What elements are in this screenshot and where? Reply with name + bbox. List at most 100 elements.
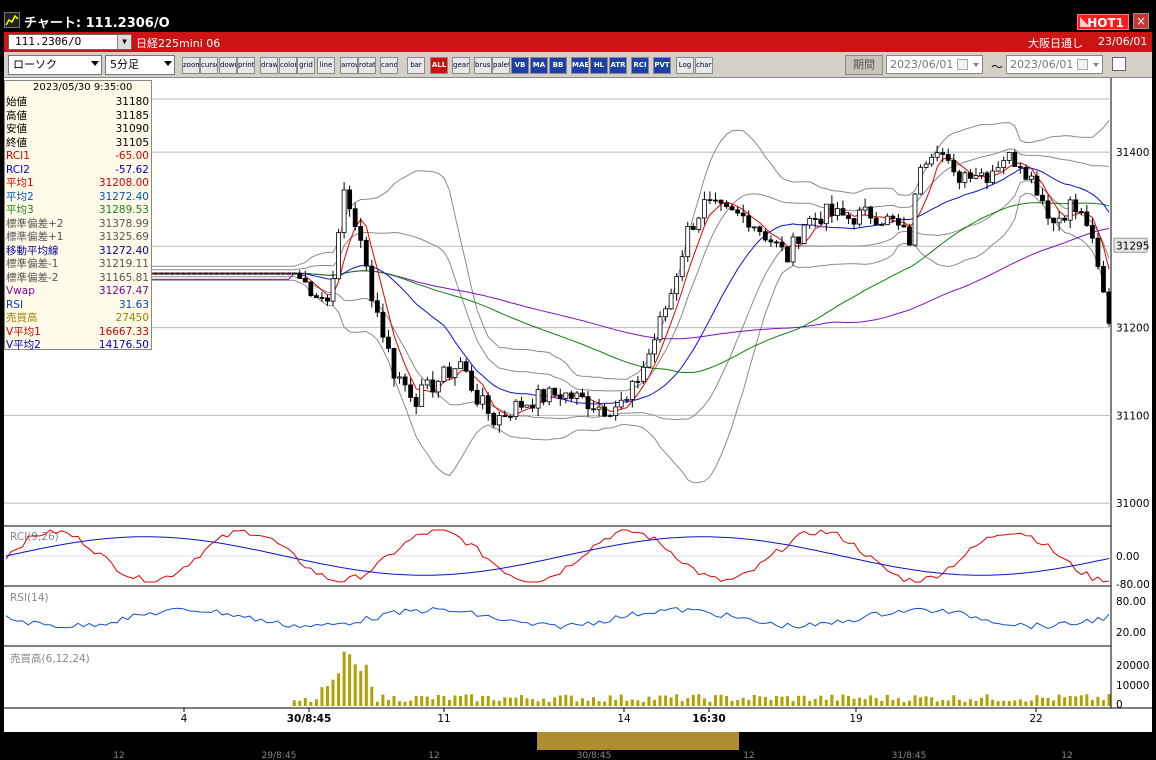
window-title: チャート: 111.2306/O [24,16,170,31]
candle-body [746,215,752,228]
volume-bar [553,697,557,706]
tool-button-vb[interactable]: VB [511,57,529,74]
date-from-input[interactable]: 2023/06/01 [886,55,983,74]
volume-bar [869,695,873,706]
calendar-icon[interactable] [1077,59,1088,70]
candle-body [441,366,447,382]
tool-button-hl[interactable]: HL [590,57,608,74]
candle-body [208,272,214,275]
readout-value: 31325.69 [98,231,149,243]
hot-badge[interactable]: HOT1 [1077,14,1129,30]
candle-body [319,297,325,299]
dropdown-arrow-icon[interactable] [1093,63,1099,67]
tool-button-pvt[interactable]: PVT [653,57,671,74]
chart-canvas[interactable]: 31000 31100 31200 31295 31400 RCI(9,26) 0.00 -8… [4,78,1152,760]
interval-select[interactable]: 5分足 [105,55,175,75]
readout-label: RCI2 [6,163,30,176]
volume-bar [974,700,978,706]
date-to-input[interactable]: 2023/06/01 [1006,55,1103,74]
candle-body [297,272,303,279]
tool-button-bb[interactable]: BB [549,57,567,74]
dropdown-arrow-icon[interactable]: ▼ [117,35,131,49]
candle-body [901,224,907,228]
candle-body [291,272,297,275]
volume-bar [420,695,424,706]
readout-value: 31.63 [118,298,149,311]
tool-button-cursor[interactable]: cursor [200,57,218,74]
tool-button-atr[interactable]: ATR [609,57,627,74]
volume-bar [1079,695,1083,706]
chart-area[interactable]: 31000 31100 31200 31295 31400 RCI(9,26) 0.00 -8… [4,78,1152,760]
candle-body [1089,225,1095,239]
volume-bar [1035,695,1039,706]
readout-label: V平均2 [6,339,41,351]
volume-bar [1018,699,1022,706]
readout-value: 31180 [115,96,149,108]
volume-bar [863,699,867,706]
volume-bar [919,697,923,706]
tool-button-line[interactable]: line [317,57,335,74]
volume-bar [797,695,801,706]
candle-body [380,311,386,338]
readout-label: V平均1 [6,325,41,338]
tool-button-mae[interactable]: MAE [571,57,589,74]
readout-value: 31219.11 [98,258,149,270]
volume-bar [907,700,911,706]
volume-bar [802,695,806,706]
tool-button-bar[interactable]: bar [407,57,425,74]
tool-button-chart[interactable]: chart [695,57,713,74]
close-button[interactable]: × [1133,13,1149,29]
readout-row: 終値 31105 [6,137,151,150]
tool-button-ma[interactable]: MA [530,57,548,74]
volume-bar [531,699,535,706]
calendar-icon[interactable] [957,59,968,70]
tool-button-candle[interactable]: candle [380,57,398,74]
volume-bar [952,695,956,706]
candle-body [641,366,646,382]
volume-bar [447,699,451,706]
tool-button-all[interactable]: ALL [430,57,448,74]
tool-button-brush[interactable]: brush [474,57,492,74]
tool-button-palette[interactable]: palette [492,57,510,74]
period-button[interactable]: 期間 [845,55,883,75]
realtime-checkbox[interactable] [1112,57,1126,71]
tool-button-down[interactable]: down [219,57,237,74]
tool-button-gear[interactable]: gear [452,57,470,74]
candle-body [386,336,391,349]
scrollbar-label: 12 [428,751,439,760]
rsi-tick-label: 80.00 [1116,596,1146,608]
readout-value: 27450 [115,312,149,324]
candle-body [1012,152,1018,167]
volume-tick-label: 20000 [1116,660,1149,672]
toolbar: ローソク 5分足 zoomcursordownprint drawcolorgri… [4,52,1152,78]
x-tick-label: 4 [181,713,188,725]
dropdown-arrow-icon[interactable] [973,63,979,67]
volume-bar [1090,700,1094,706]
tool-button-draw[interactable]: draw [260,57,278,74]
chart-type-select[interactable]: ローソク [8,55,102,75]
tool-button-rci[interactable]: RCI [631,57,649,74]
volume-bar [1057,694,1061,706]
candle-body [408,384,414,398]
tool-button-grid[interactable]: grid [297,57,315,74]
volume-bar [941,699,945,706]
candle-body [956,171,962,183]
tool-button-rotate[interactable]: rotate [358,57,376,74]
scrollbar-label: 30/8:45 [577,751,612,760]
tool-button-arrow[interactable]: arrow [340,57,358,74]
candle-body [458,361,463,370]
tool-button-zoom[interactable]: zoom [182,57,200,74]
volume-bar [641,701,645,706]
tool-button-color[interactable]: color [279,57,297,74]
tool-button-print[interactable]: print [237,57,255,74]
volume-bar [991,699,995,706]
candle-body [857,209,862,225]
candle-body [280,272,286,275]
volume-bar [985,694,989,706]
tool-button-log[interactable]: Log [676,57,694,74]
readout-value: 31378.99 [98,217,149,230]
symbol-select[interactable]: 111.2306/O ▼ [8,34,132,50]
volume-bar [664,695,668,706]
volume-bar [470,694,474,706]
volume-bar [486,696,490,706]
